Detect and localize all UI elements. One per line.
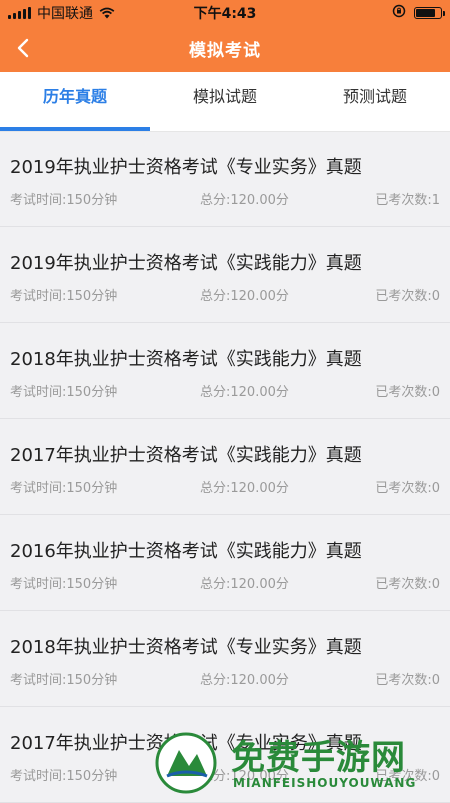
exam-duration: 考试时间:150分钟 xyxy=(10,673,118,688)
watermark-subtitle: MIANFEISHOUYOUWANG xyxy=(233,776,417,790)
status-time: 下午4:43 xyxy=(193,6,257,22)
exam-item[interactable]: 2018年执业护士资格考试《实践能力》真题 考试时间:150分钟 总分:120.… xyxy=(0,323,450,419)
exam-duration: 考试时间:150分钟 xyxy=(10,193,118,208)
exam-attempts: 已考次数:0 xyxy=(375,289,440,304)
exam-score: 总分:120.00分 xyxy=(200,193,289,208)
exam-score: 总分:120.00分 xyxy=(200,673,289,688)
tab-past-exams[interactable]: 历年真题 xyxy=(0,72,150,131)
watermark-title: 免费手游网 xyxy=(231,738,406,778)
watermark-logo-icon xyxy=(155,732,217,794)
exam-score: 总分:120.00分 xyxy=(200,385,289,400)
exam-item[interactable]: 2017年执业护士资格考试《实践能力》真题 考试时间:150分钟 总分:120.… xyxy=(0,419,450,515)
tab-bar: 历年真题 模拟试题 预测试题 xyxy=(0,72,450,132)
exam-title: 2019年执业护士资格考试《专业实务》真题 xyxy=(10,157,362,178)
exam-item[interactable]: 2018年执业护士资格考试《专业实务》真题 考试时间:150分钟 总分:120.… xyxy=(0,611,450,707)
exam-attempts: 已考次数:0 xyxy=(375,385,440,400)
exam-title: 2018年执业护士资格考试《实践能力》真题 xyxy=(10,349,362,370)
tab-predicted-exams[interactable]: 预测试题 xyxy=(300,72,450,131)
rotation-lock-icon xyxy=(392,4,406,22)
exam-duration: 考试时间:150分钟 xyxy=(10,289,118,304)
exam-score: 总分:120.00分 xyxy=(200,577,289,592)
exam-item[interactable]: 2019年执业护士资格考试《实践能力》真题 考试时间:150分钟 总分:120.… xyxy=(0,227,450,323)
exam-item[interactable]: 2016年执业护士资格考试《实践能力》真题 考试时间:150分钟 总分:120.… xyxy=(0,515,450,611)
exam-duration: 考试时间:150分钟 xyxy=(10,577,118,592)
exam-list: 2019年执业护士资格考试《专业实务》真题 考试时间:150分钟 总分:120.… xyxy=(0,131,450,803)
status-bar: 中国联通 下午4:43 xyxy=(0,0,450,24)
exam-attempts: 已考次数:0 xyxy=(375,673,440,688)
navigation-bar: 模拟考试 xyxy=(0,24,450,72)
tab-mock-exams[interactable]: 模拟试题 xyxy=(150,72,300,131)
exam-title: 2019年执业护士资格考试《实践能力》真题 xyxy=(10,253,362,274)
exam-attempts: 已考次数:0 xyxy=(375,481,440,496)
exam-attempts: 已考次数:1 xyxy=(375,193,440,208)
exam-duration: 考试时间:150分钟 xyxy=(10,769,118,784)
exam-attempts: 已考次数:0 xyxy=(375,577,440,592)
battery-icon xyxy=(414,7,445,19)
exam-item[interactable]: 2019年执业护士资格考试《专业实务》真题 考试时间:150分钟 总分:120.… xyxy=(0,131,450,227)
exam-score: 总分:120.00分 xyxy=(200,289,289,304)
watermark: 免费手游网 MIANFEISHOUYOUWANG xyxy=(155,728,450,800)
exam-duration: 考试时间:150分钟 xyxy=(10,385,118,400)
status-right xyxy=(392,4,445,22)
exam-title: 2018年执业护士资格考试《专业实务》真题 xyxy=(10,637,362,658)
exam-duration: 考试时间:150分钟 xyxy=(10,481,118,496)
exam-title: 2016年执业护士资格考试《实践能力》真题 xyxy=(10,541,362,562)
exam-score: 总分:120.00分 xyxy=(200,481,289,496)
exam-title: 2017年执业护士资格考试《实践能力》真题 xyxy=(10,445,362,466)
page-title: 模拟考试 xyxy=(189,41,261,61)
